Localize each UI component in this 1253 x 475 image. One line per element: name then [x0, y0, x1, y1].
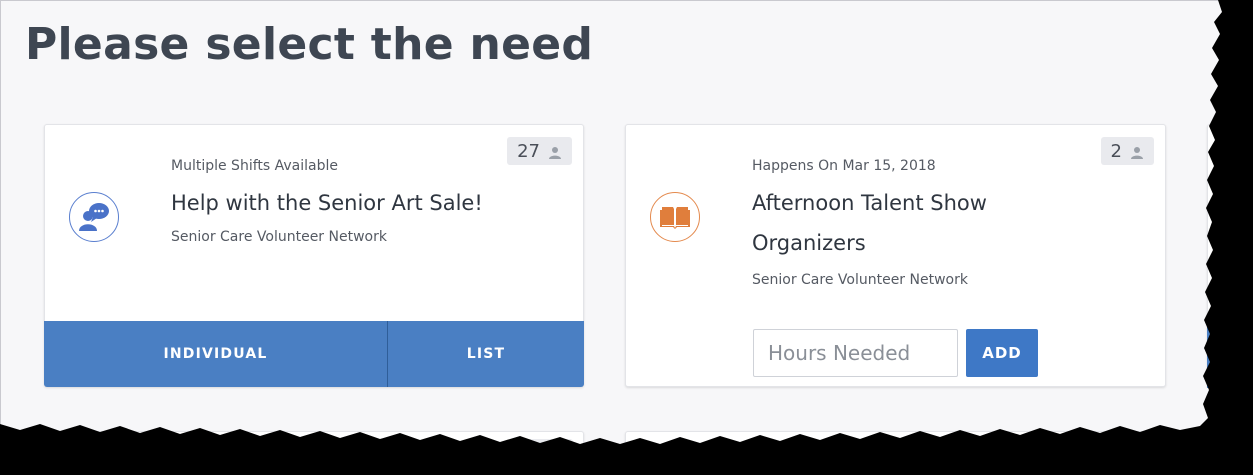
volunteer-count-badge [511, 439, 573, 467]
page-screen: Please select the need 27 Multiple Shift… [0, 0, 1253, 475]
add-button[interactable]: ADD [966, 329, 1038, 377]
card-action-bar: INDIVIDUAL LIST [44, 321, 584, 387]
need-card-partial[interactable] [1207, 124, 1252, 388]
need-card-row2-right[interactable] [625, 431, 1166, 474]
person-icon [1130, 144, 1144, 159]
need-card-row2-left[interactable] [44, 431, 584, 474]
person-icon [548, 144, 562, 159]
need-card-talent-show[interactable]: 2 Happens On Mar 15, 2018 Afternoon Tale… [625, 124, 1166, 387]
hours-needed-input[interactable] [753, 329, 958, 377]
need-card-art-sale[interactable]: 27 Multiple Shifts Available Help with t… [44, 124, 584, 387]
page-title: Please select the need [25, 19, 594, 70]
volunteer-count-badge: 2 [1100, 137, 1154, 165]
card-action-bar[interactable] [1207, 322, 1219, 388]
need-title[interactable]: Help with the Senior Art Sale! [171, 188, 551, 218]
need-title[interactable]: Afternoon Talent Show Organizers [752, 183, 1072, 263]
volunteer-count: 2 [1110, 140, 1122, 162]
organization-name: Senior Care Volunteer Network [752, 272, 968, 288]
shift-availability: Multiple Shifts Available [171, 158, 338, 174]
volunteer-count-badge: 27 [507, 137, 572, 165]
volunteer-count: 27 [517, 140, 540, 162]
individual-button[interactable]: INDIVIDUAL [44, 321, 388, 387]
event-date: Happens On Mar 15, 2018 [752, 158, 936, 174]
book-icon [650, 192, 700, 242]
chat-person-icon [69, 192, 119, 242]
list-button[interactable]: LIST [388, 321, 584, 387]
organization-name: Senior Care Volunteer Network [171, 229, 387, 245]
